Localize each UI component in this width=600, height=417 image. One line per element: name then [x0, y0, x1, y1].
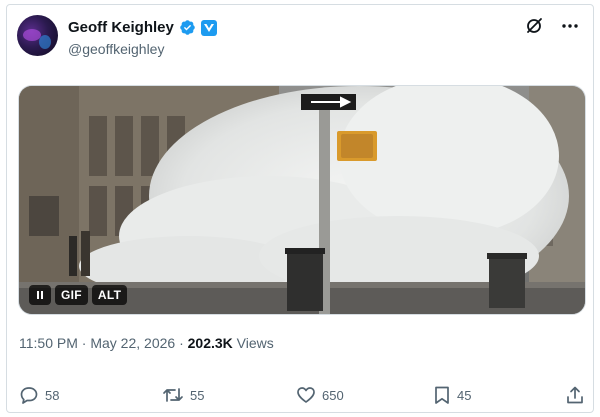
author-handle[interactable]: @geoffkeighley — [68, 41, 164, 57]
like-count: 650 — [322, 387, 344, 403]
grok-icon[interactable] — [525, 17, 543, 35]
verified-badge-icon — [180, 20, 195, 35]
views-count: 202.3K — [187, 335, 233, 351]
tweet-date[interactable]: May 22, 2026 — [90, 335, 175, 351]
bookmark-count: 45 — [457, 387, 472, 403]
reply-button[interactable]: 58 — [19, 385, 59, 405]
bookmark-button[interactable]: 45 — [433, 385, 471, 405]
meta-separator: · — [175, 335, 188, 351]
pause-icon — [37, 291, 43, 299]
views-label: Views — [232, 335, 274, 351]
author-name[interactable]: Geoff Keighley — [68, 19, 174, 36]
avatar[interactable] — [17, 15, 58, 56]
tweet-card: Geoff Keighley @geoffkeighley GIF ALT 11… — [6, 4, 594, 413]
pause-button[interactable] — [29, 285, 51, 305]
heart-icon — [297, 387, 315, 403]
tweet-metadata: 11:50 PM · May 22, 2026 · 202.3K Views — [19, 335, 274, 351]
more-icon[interactable] — [561, 17, 579, 35]
tweet-time[interactable]: 11:50 PM — [19, 335, 78, 351]
meta-separator: · — [77, 335, 91, 351]
media-controls: GIF ALT — [29, 285, 128, 305]
reply-count: 58 — [45, 387, 60, 403]
header-actions — [525, 17, 579, 35]
like-button[interactable]: 650 — [296, 385, 344, 405]
share-button[interactable] — [565, 385, 585, 405]
repost-count: 55 — [190, 387, 205, 403]
repost-icon — [163, 388, 183, 402]
share-icon — [567, 386, 583, 404]
gif-badge: GIF — [55, 285, 88, 305]
alt-text-button[interactable]: ALT — [91, 285, 128, 305]
author-row: Geoff Keighley — [68, 19, 217, 36]
steam-explosion-image — [19, 86, 585, 314]
affiliation-badge-icon[interactable] — [200, 19, 217, 36]
tweet-actions: 58 55 650 45 — [19, 385, 585, 411]
bookmark-icon — [435, 386, 449, 404]
repost-button[interactable]: 55 — [162, 385, 204, 405]
reply-icon — [20, 387, 38, 404]
media-gif[interactable]: GIF ALT — [18, 85, 586, 315]
